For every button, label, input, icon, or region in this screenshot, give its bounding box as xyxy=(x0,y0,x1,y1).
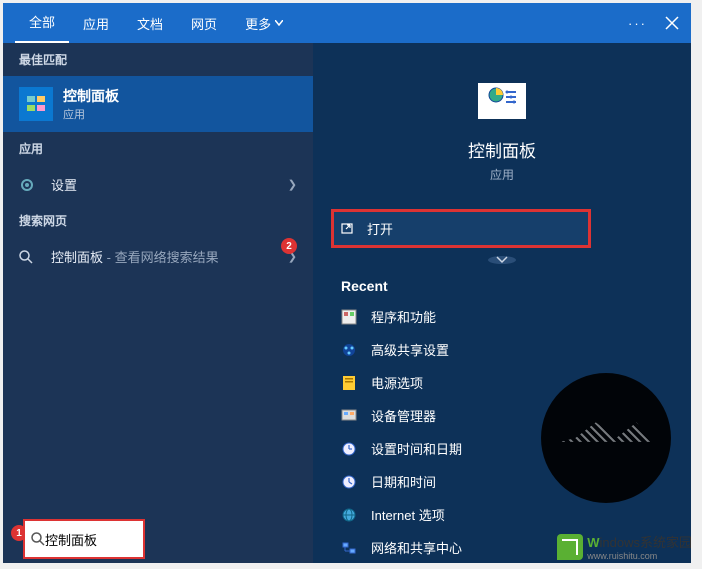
annotation-badge-2: 2 xyxy=(281,238,297,254)
power-icon xyxy=(341,375,357,391)
watermark: Windows系统家园 www.ruishitu.com xyxy=(557,532,692,561)
recent-label: 日期和时间 xyxy=(371,472,436,491)
tab-label: 更多 xyxy=(245,14,271,33)
gear-icon xyxy=(19,177,39,193)
watermark-url: www.ruishitu.com xyxy=(587,551,692,561)
chevron-down-icon xyxy=(275,20,283,26)
recent-header: Recent xyxy=(313,264,416,300)
recent-item[interactable]: 高级共享设置 xyxy=(313,333,691,366)
open-label: 打开 xyxy=(367,219,393,238)
watermark-brand-rest: indows系统家园 xyxy=(600,535,692,550)
web-result-text: 控制面板 - 查看网络搜索结果 xyxy=(51,247,219,266)
result-subtitle: 应用 xyxy=(63,106,119,122)
tab-all[interactable]: 全部 xyxy=(15,2,69,44)
programs-icon xyxy=(341,309,357,325)
preview-column: 控制面板 应用 打开 Recent 程序和功能 高级共享设置 xyxy=(313,43,691,563)
recent-item[interactable]: 程序和功能 xyxy=(313,300,691,333)
tab-apps[interactable]: 应用 xyxy=(69,4,123,43)
control-panel-icon xyxy=(19,87,53,121)
watermark-text: Windows系统家园 www.ruishitu.com xyxy=(587,532,692,561)
result-label: 设置 xyxy=(51,175,77,194)
chevron-right-icon: ❯ xyxy=(288,178,297,191)
web-prefix: 控制面板 xyxy=(51,250,103,265)
search-icon xyxy=(19,250,39,264)
tab-docs[interactable]: 文档 xyxy=(123,4,177,43)
recent-label: 网络和共享中心 xyxy=(371,538,462,557)
search-icon xyxy=(31,532,45,546)
result-settings[interactable]: 设置 ❯ xyxy=(3,165,313,204)
tab-label: 网页 xyxy=(191,17,217,32)
network-center-icon xyxy=(341,540,357,556)
control-panel-large-icon xyxy=(478,83,526,119)
datetime-settings-icon xyxy=(341,441,357,457)
recent-label: 设备管理器 xyxy=(371,406,436,425)
results-column: 最佳匹配 控制面板 应用 应用 设置 ❯ 搜索网页 xyxy=(3,43,313,563)
search-input-bar[interactable] xyxy=(25,521,143,557)
recent-label: 程序和功能 xyxy=(371,307,436,326)
sharing-icon xyxy=(341,342,357,358)
recent-label: Internet 选项 xyxy=(371,505,445,524)
expand-toggle[interactable] xyxy=(488,256,516,264)
section-best-match: 最佳匹配 xyxy=(3,43,313,76)
tab-web[interactable]: 网页 xyxy=(177,4,231,43)
search-body: 最佳匹配 控制面板 应用 应用 设置 ❯ 搜索网页 xyxy=(3,43,691,563)
best-match-result[interactable]: 控制面板 应用 xyxy=(3,76,313,132)
search-input[interactable] xyxy=(45,532,125,547)
open-action[interactable]: 打开 xyxy=(331,209,591,248)
watermark-logo-icon xyxy=(557,534,583,560)
close-icon[interactable] xyxy=(665,16,679,30)
tab-label: 应用 xyxy=(83,17,109,32)
section-apps: 应用 xyxy=(3,132,313,165)
preview-subtitle: 应用 xyxy=(490,166,514,183)
more-options-icon[interactable]: ··· xyxy=(628,16,647,31)
recent-item[interactable]: Internet 选项 xyxy=(313,498,691,531)
web-suffix: - 查看网络搜索结果 xyxy=(103,250,219,265)
result-text: 控制面板 应用 xyxy=(63,86,119,122)
top-right-controls: ··· xyxy=(628,16,679,31)
recent-label: 电源选项 xyxy=(371,373,423,392)
open-icon xyxy=(341,222,355,236)
clock-icon xyxy=(341,474,357,490)
section-web: 搜索网页 xyxy=(3,204,313,237)
recent-label: 设置时间和日期 xyxy=(371,439,462,458)
result-web-search[interactable]: 控制面板 - 查看网络搜索结果 ❯ xyxy=(3,237,313,276)
tab-label: 全部 xyxy=(29,15,55,30)
background-graphic xyxy=(541,373,671,503)
search-panel: 全部 应用 文档 网页 更多 ··· 最佳匹配 控制面板 xyxy=(3,3,691,563)
tab-more[interactable]: 更多 xyxy=(231,4,297,43)
result-title: 控制面板 xyxy=(63,86,119,106)
recent-label: 高级共享设置 xyxy=(371,340,449,359)
top-tabs: 全部 应用 文档 网页 更多 ··· xyxy=(3,3,691,43)
tab-label: 文档 xyxy=(137,17,163,32)
device-manager-icon xyxy=(341,408,357,424)
preview-title: 控制面板 xyxy=(468,137,536,162)
internet-options-icon xyxy=(341,507,357,523)
watermark-brand-accent: W xyxy=(587,535,599,550)
